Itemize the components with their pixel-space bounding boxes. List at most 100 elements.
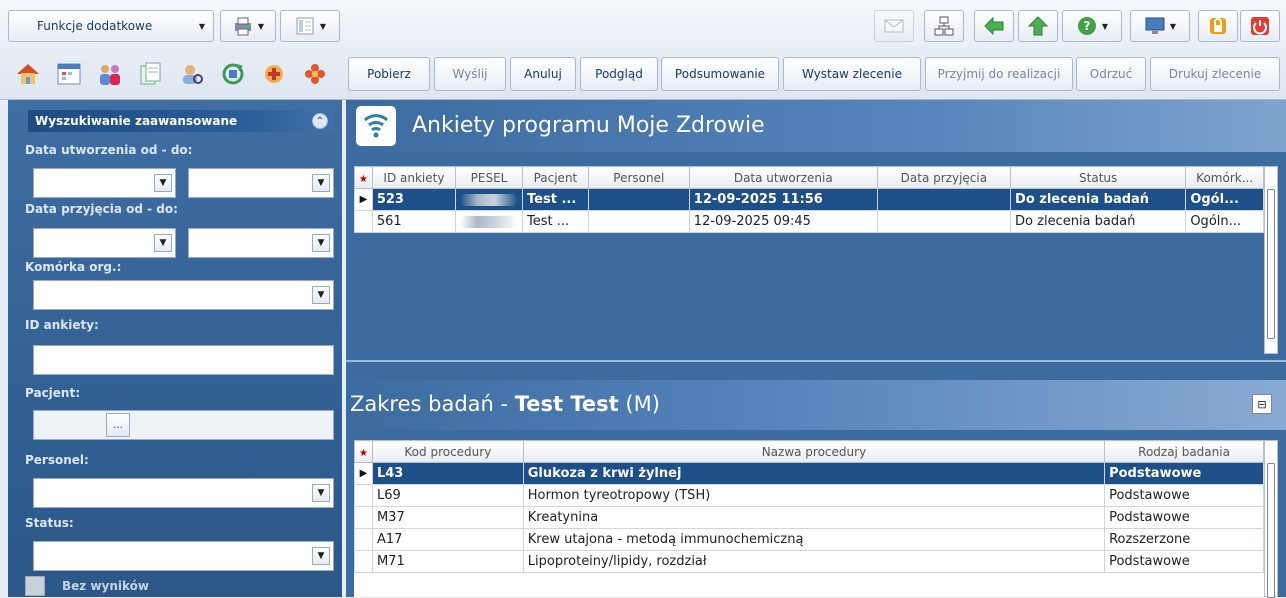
preview-button[interactable]: Podgląd [580, 57, 658, 91]
created-to-field[interactable]: ▼ [188, 168, 334, 198]
patient-cell[interactable]: Test ... [522, 210, 589, 233]
created-cell[interactable]: 12-09-2025 09:45 [688, 210, 878, 233]
admitted-cell[interactable] [876, 188, 1012, 211]
flower-button[interactable] [295, 54, 335, 94]
monitor-dropdown-button[interactable]: ▼ [1130, 10, 1190, 42]
admitted-from-field[interactable]: ▼ [33, 228, 176, 258]
accept-button[interactable]: Przyjmij do realizacji [925, 57, 1073, 91]
expand-collapse-icon[interactable]: ⊟ [1252, 394, 1272, 414]
column-header[interactable]: Data przyjęcia [876, 166, 1012, 189]
documents-button[interactable] [131, 54, 171, 94]
scrollbar-thumb[interactable] [1267, 189, 1275, 339]
calendar-button[interactable] [49, 54, 89, 94]
home-button[interactable] [8, 54, 48, 94]
status-select[interactable]: ▼ [33, 541, 334, 571]
issue-order-button[interactable]: Wystaw zlecenie [783, 57, 921, 91]
column-header[interactable]: Status [1010, 166, 1187, 189]
survey-id-cell[interactable]: 523 [371, 188, 457, 211]
admitted-cell[interactable] [876, 210, 1012, 233]
column-header[interactable]: Komórk... [1185, 166, 1264, 189]
medical-button[interactable] [254, 54, 294, 94]
functions-dropdown[interactable]: Funkcje dodatkowe ▼ [8, 10, 214, 42]
column-header[interactable]: Data utworzenia [688, 166, 878, 189]
code-cell[interactable]: M71 [371, 550, 524, 573]
name-cell[interactable]: Kreatynina [522, 506, 1106, 529]
power-button[interactable] [1240, 10, 1280, 42]
table-row[interactable]: M37 Kreatynina Podstawowe [354, 506, 1264, 529]
column-header[interactable]: Rodzaj badania [1104, 440, 1264, 463]
reject-button[interactable]: Odrzuć [1076, 57, 1146, 91]
lock-button[interactable] [1198, 10, 1238, 42]
chevron-down-icon[interactable]: ▼ [154, 174, 172, 192]
code-cell[interactable]: A17 [371, 528, 524, 551]
column-header[interactable]: PESEL [455, 166, 524, 189]
print-dropdown-button[interactable]: ▼ [220, 10, 276, 42]
fetch-button[interactable]: Pobierz [348, 57, 430, 91]
code-cell[interactable]: M37 [371, 506, 524, 529]
chevron-down-icon[interactable]: ▼ [154, 234, 172, 252]
hierarchy-button[interactable] [924, 10, 964, 42]
created-cell[interactable]: 12-09-2025 11:56 [688, 188, 878, 211]
type-cell[interactable]: Rozszerzone [1104, 528, 1264, 551]
patient-field[interactable]: ... [33, 410, 334, 440]
table-row[interactable]: L69 Hormon tyreotropowy (TSH) Podstawowe [354, 484, 1264, 507]
chevron-down-icon[interactable]: ▼ [312, 547, 330, 565]
people-button[interactable] [90, 54, 130, 94]
table-row[interactable]: A17 Krew utajona - metodą immunochemiczn… [354, 528, 1264, 551]
splitter[interactable] [346, 360, 1286, 380]
column-header[interactable]: Personel [587, 166, 690, 189]
pesel-cell[interactable] [455, 188, 524, 211]
chevron-down-icon[interactable]: ▼ [312, 174, 330, 192]
back-button[interactable] [974, 10, 1014, 42]
staff-select[interactable]: ▼ [33, 478, 334, 508]
pesel-cell[interactable] [455, 210, 524, 233]
scrollbar-thumb[interactable] [1267, 463, 1275, 598]
refresh-button[interactable] [213, 54, 253, 94]
table-row[interactable]: 561 Test ... 12-09-2025 09:45 Do zleceni… [354, 210, 1264, 233]
chevron-down-icon[interactable]: ▼ [312, 286, 330, 304]
table-row[interactable]: M71 Lipoproteiny/lipidy, rozdział Podsta… [354, 550, 1264, 573]
cancel-button[interactable]: Anuluj [510, 57, 576, 91]
print-order-button[interactable]: Drukuj zlecenie [1150, 57, 1280, 91]
code-cell[interactable]: L69 [371, 484, 524, 507]
survey-id-input[interactable] [33, 345, 334, 375]
type-cell[interactable]: Podstawowe [1104, 484, 1264, 507]
send-button[interactable]: Wyślij [434, 57, 506, 91]
column-header[interactable]: Nazwa procedury [522, 440, 1106, 463]
help-dropdown-button[interactable]: ? ▼ [1062, 10, 1122, 42]
name-cell[interactable]: Lipoproteiny/lipidy, rozdział [522, 550, 1106, 573]
type-cell[interactable]: Podstawowe [1104, 462, 1264, 485]
admitted-to-field[interactable]: ▼ [188, 228, 334, 258]
staff-cell[interactable] [587, 210, 690, 233]
chevron-down-icon[interactable]: ▼ [312, 484, 330, 502]
surveys-scrollbar[interactable] [1264, 166, 1278, 354]
survey-id-cell[interactable]: 561 [371, 210, 457, 233]
column-header[interactable]: Kod procedury [371, 440, 524, 463]
tests-scrollbar[interactable] [1264, 440, 1278, 598]
name-cell[interactable]: Hormon tyreotropowy (TSH) [522, 484, 1106, 507]
table-row[interactable]: ▶ L43 Glukoza z krwi żylnej Podstawowe [354, 462, 1264, 485]
user-search-button[interactable] [172, 54, 212, 94]
no-results-checkbox[interactable] [25, 576, 45, 596]
created-from-field[interactable]: ▼ [33, 168, 176, 198]
chevron-down-icon[interactable]: ▼ [312, 234, 330, 252]
mail-button[interactable] [874, 10, 914, 42]
summary-button[interactable]: Podsumowanie [661, 57, 779, 91]
collapse-icon[interactable]: ⌃ [312, 113, 328, 129]
patient-cell[interactable]: Test ... [522, 188, 589, 211]
type-cell[interactable]: Podstawowe [1104, 506, 1264, 529]
column-header[interactable]: Pacjent [522, 166, 589, 189]
staff-cell[interactable] [587, 188, 690, 211]
org-unit-select[interactable]: ▼ [33, 280, 334, 310]
patient-lookup-button[interactable]: ... [106, 413, 130, 437]
unit-cell[interactable]: Ogóln... [1185, 210, 1264, 233]
column-header[interactable]: ID ankiety [371, 166, 457, 189]
status-cell[interactable]: Do zlecenia badań [1010, 210, 1187, 233]
type-cell[interactable]: Podstawowe [1104, 550, 1264, 573]
layout-dropdown-button[interactable]: ▼ [280, 10, 340, 42]
up-button[interactable] [1018, 10, 1058, 42]
unit-cell[interactable]: Ogól... [1185, 188, 1264, 211]
name-cell[interactable]: Krew utajona - metodą immunochemiczną [522, 528, 1106, 551]
table-row[interactable]: ▶ 523 Test ... 12-09-2025 11:56 Do zlece… [354, 188, 1264, 211]
code-cell[interactable]: L43 [371, 462, 524, 485]
